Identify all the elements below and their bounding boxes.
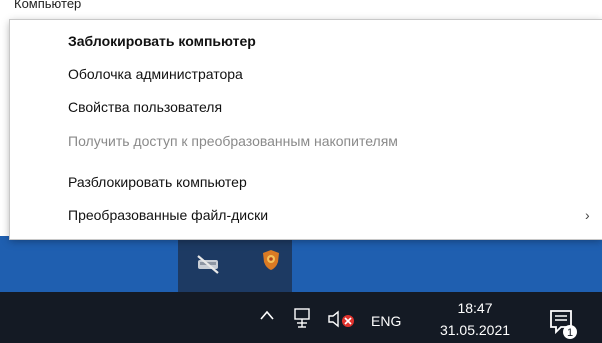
- clock-time[interactable]: 18:47: [430, 300, 520, 316]
- menu-item-user-properties[interactable]: Свойства пользователя: [10, 90, 602, 124]
- clock-date[interactable]: 31.05.2021: [430, 322, 520, 338]
- desktop-background: [0, 236, 602, 292]
- menu-item-label: Получить доступ к преобразованным накопи…: [68, 133, 398, 149]
- submenu-arrow-icon: ›: [585, 207, 590, 223]
- menu-item-access-mapped-drives: Получить доступ к преобразованным накопи…: [10, 124, 602, 158]
- window-top-edge: Компьютер: [0, 0, 602, 12]
- window-title: Компьютер: [14, 0, 82, 11]
- hidden-drive-icon[interactable]: [195, 252, 221, 276]
- menu-item-label: Преобразованные файл-диски: [68, 207, 269, 223]
- menu-item-admin-shell[interactable]: Оболочка администратора: [10, 57, 602, 91]
- context-menu: Заблокировать компьютер Оболочка админис…: [10, 20, 602, 239]
- volume-muted-icon[interactable]: [327, 309, 359, 329]
- menu-item-unlock-computer[interactable]: Разблокировать компьютер: [10, 165, 602, 199]
- menu-item-label: Разблокировать компьютер: [68, 174, 247, 190]
- notification-icon[interactable]: 1: [548, 306, 578, 340]
- menu-item-label: Оболочка администратора: [68, 66, 243, 82]
- menu-item-label: Свойства пользователя: [68, 99, 223, 115]
- network-icon[interactable]: [293, 307, 313, 329]
- shield-app-icon[interactable]: [261, 248, 281, 272]
- notification-count: 1: [567, 327, 573, 339]
- menu-item-lock-computer[interactable]: Заблокировать компьютер: [10, 24, 602, 58]
- chevron-up-icon[interactable]: [259, 308, 275, 322]
- language-indicator[interactable]: ENG: [371, 313, 401, 329]
- menu-item-mapped-file-disks[interactable]: Преобразованные файл-диски ›: [10, 198, 602, 232]
- menu-item-label: Заблокировать компьютер: [68, 33, 256, 49]
